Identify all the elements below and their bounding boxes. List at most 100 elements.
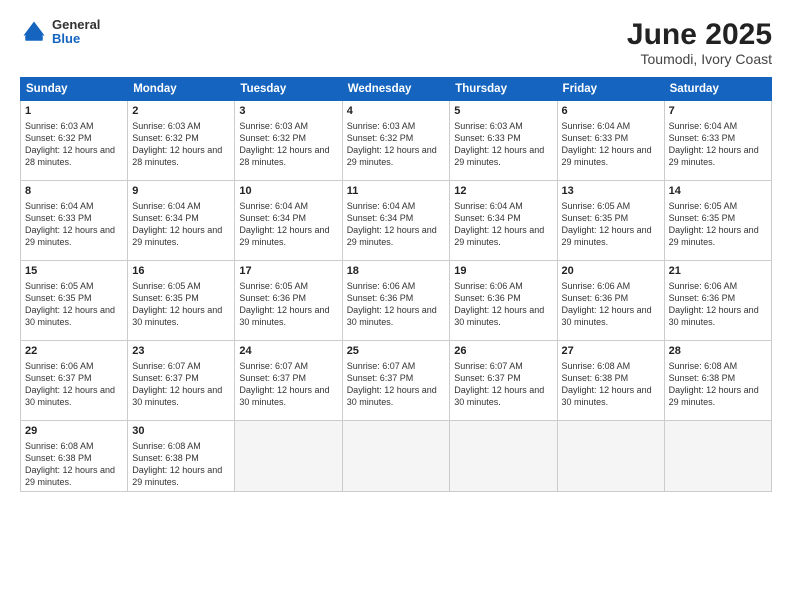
calendar-cell: 7 Sunrise: 6:04 AMSunset: 6:33 PMDaylight… <box>664 101 771 181</box>
col-friday: Friday <box>557 78 664 101</box>
calendar-title: June 2025 <box>627 18 772 51</box>
col-monday: Monday <box>128 78 235 101</box>
day-info: Sunrise: 6:07 AMSunset: 6:37 PMDaylight:… <box>454 361 544 407</box>
day-info: Sunrise: 6:06 AMSunset: 6:36 PMDaylight:… <box>562 281 652 327</box>
day-info: Sunrise: 6:04 AMSunset: 6:34 PMDaylight:… <box>347 201 437 247</box>
day-number: 17 <box>239 264 337 279</box>
day-info: Sunrise: 6:07 AMSunset: 6:37 PMDaylight:… <box>347 361 437 407</box>
calendar-cell: 21 Sunrise: 6:06 AMSunset: 6:36 PMDayligh… <box>664 261 771 341</box>
day-number: 19 <box>454 264 552 279</box>
calendar-cell: 16 Sunrise: 6:05 AMSunset: 6:35 PMDayligh… <box>128 261 235 341</box>
day-number: 22 <box>25 344 123 359</box>
day-info: Sunrise: 6:07 AMSunset: 6:37 PMDaylight:… <box>132 361 222 407</box>
day-number: 27 <box>562 344 660 359</box>
day-info: Sunrise: 6:03 AMSunset: 6:32 PMDaylight:… <box>347 121 437 167</box>
day-number: 6 <box>562 104 660 119</box>
calendar-cell: 15Sunrise: 6:05 AMSunset: 6:35 PMDayligh… <box>21 261 128 341</box>
day-info: Sunrise: 6:03 AMSunset: 6:32 PMDaylight:… <box>132 121 222 167</box>
day-info: Sunrise: 6:06 AMSunset: 6:36 PMDaylight:… <box>454 281 544 327</box>
day-info: Sunrise: 6:07 AMSunset: 6:37 PMDaylight:… <box>239 361 329 407</box>
calendar-cell: 9 Sunrise: 6:04 AMSunset: 6:34 PMDaylight… <box>128 181 235 261</box>
day-info: Sunrise: 6:04 AMSunset: 6:33 PMDaylight:… <box>562 121 652 167</box>
day-number: 5 <box>454 104 552 119</box>
calendar-cell <box>342 421 450 492</box>
day-number: 18 <box>347 264 446 279</box>
day-number: 15 <box>25 264 123 279</box>
week-row-2: 8Sunrise: 6:04 AMSunset: 6:33 PMDaylight… <box>21 181 772 261</box>
logo-text: General Blue <box>52 18 100 47</box>
logo-blue: Blue <box>52 32 100 46</box>
calendar-cell: 11 Sunrise: 6:04 AMSunset: 6:34 PMDayligh… <box>342 181 450 261</box>
day-number: 16 <box>132 264 230 279</box>
calendar-cell: 27 Sunrise: 6:08 AMSunset: 6:38 PMDayligh… <box>557 341 664 421</box>
day-info: Sunrise: 6:03 AMSunset: 6:33 PMDaylight:… <box>454 121 544 167</box>
day-number: 1 <box>25 104 123 119</box>
logo-general: General <box>52 18 100 32</box>
day-info: Sunrise: 6:04 AMSunset: 6:34 PMDaylight:… <box>454 201 544 247</box>
calendar-cell: 4 Sunrise: 6:03 AMSunset: 6:32 PMDaylight… <box>342 101 450 181</box>
calendar-cell: 19 Sunrise: 6:06 AMSunset: 6:36 PMDayligh… <box>450 261 557 341</box>
day-info: Sunrise: 6:06 AMSunset: 6:36 PMDaylight:… <box>347 281 437 327</box>
day-info: Sunrise: 6:08 AMSunset: 6:38 PMDaylight:… <box>25 441 115 487</box>
day-number: 24 <box>239 344 337 359</box>
calendar-cell <box>557 421 664 492</box>
day-number: 21 <box>669 264 767 279</box>
calendar-cell: 13 Sunrise: 6:05 AMSunset: 6:35 PMDayligh… <box>557 181 664 261</box>
day-number: 25 <box>347 344 446 359</box>
calendar-cell: 17 Sunrise: 6:05 AMSunset: 6:36 PMDayligh… <box>235 261 342 341</box>
day-number: 8 <box>25 184 123 199</box>
week-row-3: 15 Sunrise: 6:05 AMSunset: 6:35 PMDayligh… <box>21 261 772 341</box>
calendar-cell: 5 Sunrise: 6:03 AMSunset: 6:33 PMDaylight… <box>450 101 557 181</box>
col-thursday: Thursday <box>450 78 557 101</box>
day-info: Sunrise: 6:05 AMSunset: 6:36 PMDaylight:… <box>239 281 329 327</box>
calendar-cell: 23 Sunrise: 6:07 AMSunset: 6:37 PMDayligh… <box>128 341 235 421</box>
day-number: 29 <box>25 424 123 439</box>
day-number: 26 <box>454 344 552 359</box>
calendar-cell: 10Sunrise: 6:04 AMSunset: 6:34 PMDayligh… <box>235 181 342 261</box>
day-number: 23 <box>132 344 230 359</box>
calendar-cell: 24 Sunrise: 6:07 AMSunset: 6:37 PMDayligh… <box>235 341 342 421</box>
calendar-cell <box>235 421 342 492</box>
calendar-cell: 12 Sunrise: 6:04 AMSunset: 6:34 PMDayligh… <box>450 181 557 261</box>
col-wednesday: Wednesday <box>342 78 450 101</box>
logo-icon <box>20 18 48 46</box>
col-sunday: Sunday <box>21 78 128 101</box>
day-number: 2 <box>132 104 230 119</box>
calendar-cell: 22 Sunrise: 6:06 AMSunset: 6:37 PMDayligh… <box>21 341 128 421</box>
calendar-cell: 20Sunrise: 6:06 AMSunset: 6:36 PMDayligh… <box>557 261 664 341</box>
calendar-table: Sunday Monday Tuesday Wednesday Thursday… <box>20 77 772 492</box>
calendar-cell: 6 Sunrise: 6:04 AMSunset: 6:33 PMDaylight… <box>557 101 664 181</box>
calendar-cell: 3Sunrise: 6:03 AMSunset: 6:32 PMDaylight… <box>235 101 342 181</box>
day-number: 11 <box>347 184 446 199</box>
day-info: Sunrise: 6:03 AMSunset: 6:32 PMDaylight:… <box>25 121 115 167</box>
day-info: Sunrise: 6:06 AMSunset: 6:37 PMDaylight:… <box>25 361 115 407</box>
calendar-cell: 25 Sunrise: 6:07 AMSunset: 6:37 PMDayligh… <box>342 341 450 421</box>
day-number: 4 <box>347 104 446 119</box>
day-number: 7 <box>669 104 767 119</box>
calendar-cell: 8Sunrise: 6:04 AMSunset: 6:33 PMDaylight… <box>21 181 128 261</box>
day-info: Sunrise: 6:08 AMSunset: 6:38 PMDaylight:… <box>132 441 222 487</box>
page: General Blue June 2025 Toumodi, Ivory Co… <box>0 0 792 612</box>
day-info: Sunrise: 6:04 AMSunset: 6:33 PMDaylight:… <box>669 121 759 167</box>
day-info: Sunrise: 6:06 AMSunset: 6:36 PMDaylight:… <box>669 281 759 327</box>
day-number: 12 <box>454 184 552 199</box>
week-row-1: 1 Sunrise: 6:03 AMSunset: 6:32 PMDaylight… <box>21 101 772 181</box>
day-info: Sunrise: 6:04 AMSunset: 6:34 PMDaylight:… <box>132 201 222 247</box>
day-info: Sunrise: 6:08 AMSunset: 6:38 PMDaylight:… <box>562 361 652 407</box>
calendar-cell: 1 Sunrise: 6:03 AMSunset: 6:32 PMDaylight… <box>21 101 128 181</box>
calendar-cell: 14Sunrise: 6:05 AMSunset: 6:35 PMDayligh… <box>664 181 771 261</box>
logo: General Blue <box>20 18 100 47</box>
week-row-5: 29 Sunrise: 6:08 AMSunset: 6:38 PMDayligh… <box>21 421 772 492</box>
day-number: 30 <box>132 424 230 439</box>
header-row: Sunday Monday Tuesday Wednesday Thursday… <box>21 78 772 101</box>
day-info: Sunrise: 6:05 AMSunset: 6:35 PMDaylight:… <box>132 281 222 327</box>
day-info: Sunrise: 6:05 AMSunset: 6:35 PMDaylight:… <box>669 201 759 247</box>
day-number: 13 <box>562 184 660 199</box>
calendar-cell <box>450 421 557 492</box>
calendar-cell <box>664 421 771 492</box>
day-number: 9 <box>132 184 230 199</box>
calendar-cell: 26 Sunrise: 6:07 AMSunset: 6:37 PMDayligh… <box>450 341 557 421</box>
day-info: Sunrise: 6:08 AMSunset: 6:38 PMDaylight:… <box>669 361 759 407</box>
day-info: Sunrise: 6:04 AMSunset: 6:34 PMDaylight:… <box>239 201 329 247</box>
day-info: Sunrise: 6:05 AMSunset: 6:35 PMDaylight:… <box>562 201 652 247</box>
